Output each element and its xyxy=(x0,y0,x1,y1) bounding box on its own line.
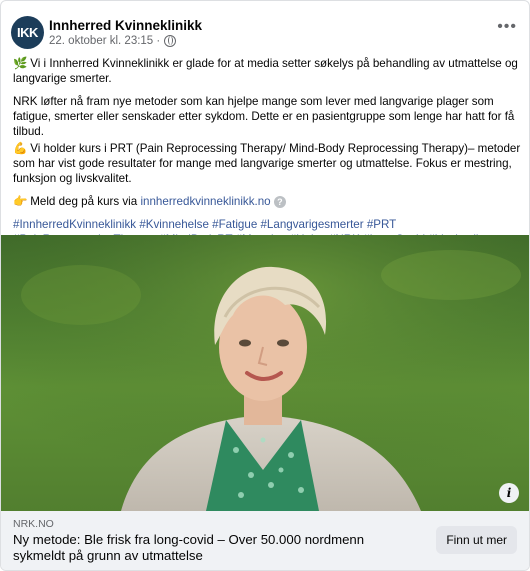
paragraph-3-text: Vi holder kurs i PRT (Pain Reprocessing … xyxy=(13,142,521,185)
info-icon[interactable]: i xyxy=(499,483,519,503)
more-options-icon[interactable]: ••• xyxy=(497,19,517,35)
paragraph-2: NRK løfter nå fram nye metoder som kan h… xyxy=(13,95,515,138)
website-link[interactable]: innherredkvinneklinikk.no xyxy=(140,195,270,208)
link-preview[interactable]: NRK.NO Ny metode: Ble frisk fra long-cov… xyxy=(1,511,529,570)
avatar[interactable]: IKK xyxy=(11,16,44,49)
muscle-icon: 💪 xyxy=(13,142,28,155)
post-meta: 22. oktober kl. 23:15 · xyxy=(49,35,177,47)
portrait-illustration xyxy=(1,235,529,511)
post-card: IKK Innherred Kvinneklinikk 22. oktober … xyxy=(0,0,530,571)
paragraph-4: 👉 Meld deg på kurs via innherredkvinnekl… xyxy=(13,194,521,209)
post-header: IKK Innherred Kvinneklinikk 22. oktober … xyxy=(11,16,519,52)
learn-more-button[interactable]: Finn ut mer xyxy=(436,526,517,554)
herb-icon: 🌿 xyxy=(13,57,28,70)
paragraph-4-text: Meld deg på kurs via xyxy=(30,195,138,208)
link-domain: NRK.NO xyxy=(13,518,54,530)
paragraph-3: 💪 Vi holder kurs i PRT (Pain Reprocessin… xyxy=(13,141,521,186)
paragraph-1: 🌿 Vi i Innherred Kvinneklinikk er glade … xyxy=(13,56,521,86)
paragraph-1-text: Vi i Innherred Kvinneklinikk er glade fo… xyxy=(13,57,518,85)
link-preview-image[interactable]: i xyxy=(1,235,529,511)
pointing-hand-icon: 👉 xyxy=(13,195,28,208)
help-icon[interactable]: ? xyxy=(273,195,286,208)
link-headline[interactable]: Ny metode: Ble frisk fra long-covid – Ov… xyxy=(13,532,413,564)
timestamp[interactable]: 22. oktober kl. 23:15 · xyxy=(49,35,160,47)
globe-icon xyxy=(164,35,177,47)
page-name[interactable]: Innherred Kvinneklinikk xyxy=(49,18,202,33)
